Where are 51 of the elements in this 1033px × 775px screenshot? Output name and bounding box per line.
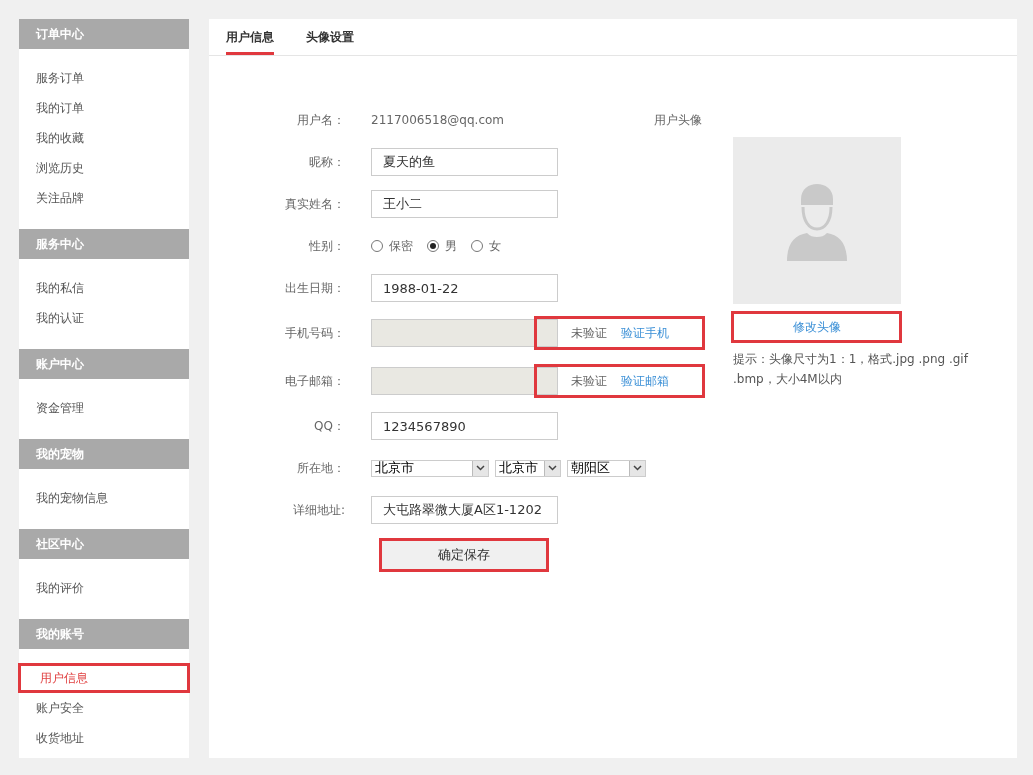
sidebar-item[interactable]: 服务订单 <box>19 63 189 93</box>
tab[interactable]: 头像设置 <box>306 19 354 55</box>
sidebar-item[interactable]: 我的宠物信息 <box>19 483 189 513</box>
input-field[interactable]: 大屯路翠微大厦A区1-1202 <box>371 496 558 524</box>
sidebar-group-header: 我的账号 <box>19 619 189 649</box>
sidebar-item[interactable]: 账户安全 <box>19 693 189 723</box>
sidebar-item[interactable]: 资金管理 <box>19 393 189 423</box>
username-text: 2117006518@qq.com <box>371 113 505 127</box>
sidebar-group-header: 服务中心 <box>19 229 189 259</box>
verify-link[interactable]: 验证手机 <box>621 324 669 342</box>
field-label: 出生日期： <box>284 279 345 297</box>
tab[interactable]: 用户信息 <box>226 19 274 55</box>
avatar-label: 用户头像 <box>654 112 703 129</box>
sidebar-item[interactable]: 我的私信 <box>19 273 189 303</box>
verify-status: 未验证 <box>571 324 607 342</box>
radio-option[interactable]: 保密 <box>371 237 413 255</box>
field-label: 用户名： <box>296 111 345 129</box>
field-label: 所在地： <box>296 459 345 477</box>
verify-status: 未验证 <box>571 372 607 390</box>
sidebar-group-header: 账户中心 <box>19 349 189 379</box>
select-dropdown[interactable]: 北京市 <box>495 459 561 477</box>
field-label: 手机号码： <box>284 324 345 342</box>
select-dropdown[interactable]: 北京市 <box>371 459 489 477</box>
input-field[interactable]: 1234567890 <box>371 412 558 440</box>
sidebar-group-header: 订单中心 <box>19 19 189 49</box>
input-field[interactable]: 1988-01-22 <box>371 274 558 302</box>
sidebar-item[interactable]: 我的收藏 <box>19 123 189 153</box>
input-field[interactable]: 王小二 <box>371 190 558 218</box>
sidebar-item[interactable]: 收货地址 <box>19 723 189 753</box>
change-avatar-button[interactable]: 修改头像 <box>731 311 902 343</box>
sidebar-item[interactable]: 我的评价 <box>19 573 189 603</box>
field-label: QQ： <box>313 417 345 435</box>
select-dropdown[interactable]: 朝阳区 <box>567 459 646 477</box>
save-button[interactable]: 确定保存 <box>379 538 549 572</box>
input-field[interactable]: 夏天的鱼 <box>371 148 558 176</box>
hint-text: 提示：头像尺寸为1：1，格式.jpg .png .gif .bmp，大小4M以内 <box>733 351 970 388</box>
radio-option[interactable]: 女 <box>471 237 501 255</box>
field-label: 电子邮箱： <box>284 372 345 390</box>
sidebar-group-header: 社区中心 <box>19 529 189 559</box>
field-label: 昵称： <box>308 153 345 171</box>
radio-option[interactable]: 男 <box>427 237 457 255</box>
sidebar-item[interactable]: 我的认证 <box>19 303 189 333</box>
sidebar-group-header: 我的宠物 <box>19 439 189 469</box>
verify-link[interactable]: 验证邮箱 <box>621 372 669 390</box>
field-label: 详细地址: <box>291 501 345 519</box>
sidebar-item[interactable]: 浏览历史 <box>19 153 189 183</box>
sidebar-item[interactable]: 用户信息 <box>18 663 190 693</box>
field-label: 真实姓名： <box>284 195 345 213</box>
sidebar-item[interactable]: 我的订单 <box>19 93 189 123</box>
field-label: 性别： <box>308 237 345 255</box>
sidebar-item[interactable]: 关注品牌 <box>19 183 189 213</box>
